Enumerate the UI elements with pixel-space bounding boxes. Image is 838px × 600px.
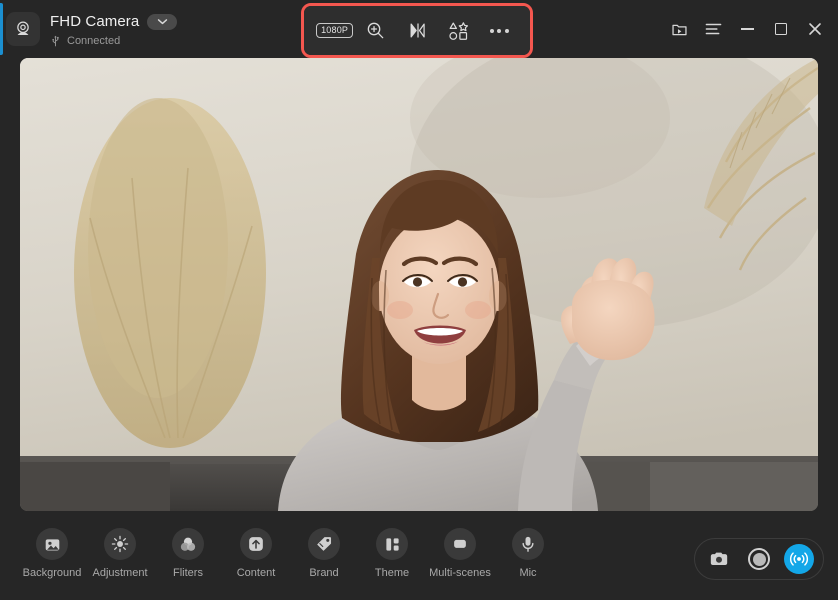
resolution-button[interactable]: 1080P xyxy=(316,14,354,48)
maximize-icon xyxy=(775,23,787,35)
media-library-button[interactable] xyxy=(662,12,696,46)
camera-preview[interactable] xyxy=(20,58,818,511)
microphone-icon xyxy=(512,528,544,560)
scenes-glyph xyxy=(454,539,466,548)
device-title: FHD Camera xyxy=(50,13,140,30)
tag-icon xyxy=(308,528,340,560)
zoom-button[interactable] xyxy=(359,14,393,48)
chevron-down-icon xyxy=(157,19,168,25)
tab-background[interactable]: Background xyxy=(18,528,86,579)
tab-adjustment-label: Adjustment xyxy=(92,567,148,579)
menu-button[interactable] xyxy=(696,12,730,46)
camera-preview-image xyxy=(20,58,818,511)
upload-arrow-icon xyxy=(240,528,272,560)
upload-glyph xyxy=(249,537,263,551)
theme-glyph xyxy=(385,537,399,551)
minimize-button[interactable] xyxy=(730,12,764,46)
tab-filters[interactable]: Fliters xyxy=(154,528,222,579)
folder-play-icon xyxy=(671,24,687,35)
live-stream-button[interactable] xyxy=(784,544,814,574)
resolution-label: 1080P xyxy=(316,23,354,38)
shapes-icon xyxy=(449,21,468,40)
tab-theme[interactable]: Theme xyxy=(358,528,426,579)
device-avatar xyxy=(6,12,40,46)
layout-blocks-icon xyxy=(376,528,408,560)
tab-adjustment[interactable]: Adjustment xyxy=(86,528,154,579)
hamburger-menu-icon xyxy=(705,23,721,35)
mic-glyph xyxy=(522,536,534,552)
camera-app-window: FHD Camera Connected 1080P Background Ad… xyxy=(0,0,838,600)
filters-glyph xyxy=(180,537,196,551)
tab-multi-scenes-label: Multi-scenes xyxy=(429,567,491,579)
window-controls xyxy=(662,0,832,58)
tool-tabs: Background Adjustment Fliters Content Br… xyxy=(18,528,578,592)
tab-brand-label: Brand xyxy=(309,567,339,579)
device-info: FHD Camera Connected xyxy=(50,12,178,47)
tab-content[interactable]: Content xyxy=(222,528,290,579)
close-icon xyxy=(809,23,821,35)
tab-multi-scenes[interactable]: Multi-scenes xyxy=(426,528,494,579)
image-glyph xyxy=(45,538,59,550)
record-button[interactable] xyxy=(744,544,774,574)
brightness-icon xyxy=(104,528,136,560)
zoom-in-icon xyxy=(367,22,384,39)
record-circle-icon xyxy=(748,548,770,570)
image-icon xyxy=(36,528,68,560)
filters-circles-icon xyxy=(172,528,204,560)
tab-background-label: Background xyxy=(22,567,82,579)
mirror-button[interactable] xyxy=(400,14,434,48)
device-status-row: Connected xyxy=(50,35,177,47)
scenes-icon xyxy=(444,528,476,560)
camera-toolbar: 1080P xyxy=(304,6,530,55)
tab-theme-label: Theme xyxy=(374,567,410,579)
camera-toolbar-highlight: 1080P xyxy=(301,3,533,58)
capture-controls xyxy=(694,538,824,580)
snapshot-button[interactable] xyxy=(704,544,734,574)
device-dropdown-button[interactable] xyxy=(147,13,178,30)
brightness-glyph xyxy=(111,535,129,553)
tag-glyph xyxy=(317,537,332,551)
mirror-flip-icon xyxy=(410,23,425,38)
minimize-icon xyxy=(740,28,754,30)
shapes-button[interactable] xyxy=(441,14,475,48)
tab-mic-label: Mic xyxy=(519,567,537,579)
maximize-button[interactable] xyxy=(764,12,798,46)
broadcast-icon xyxy=(789,552,809,566)
tab-brand[interactable]: Brand xyxy=(290,528,358,579)
record-dot xyxy=(752,552,766,566)
device-status-label: Connected xyxy=(67,34,121,47)
tab-filters-label: Fliters xyxy=(173,567,203,579)
webcam-icon xyxy=(17,21,29,35)
camera-icon xyxy=(710,552,728,565)
device-title-row: FHD Camera xyxy=(50,12,178,32)
more-button[interactable] xyxy=(482,14,516,48)
usb-icon xyxy=(52,35,59,46)
tab-content-label: Content xyxy=(236,567,276,579)
close-button[interactable] xyxy=(798,12,832,46)
tab-mic[interactable]: Mic xyxy=(494,528,562,579)
ellipsis-icon xyxy=(489,28,509,33)
